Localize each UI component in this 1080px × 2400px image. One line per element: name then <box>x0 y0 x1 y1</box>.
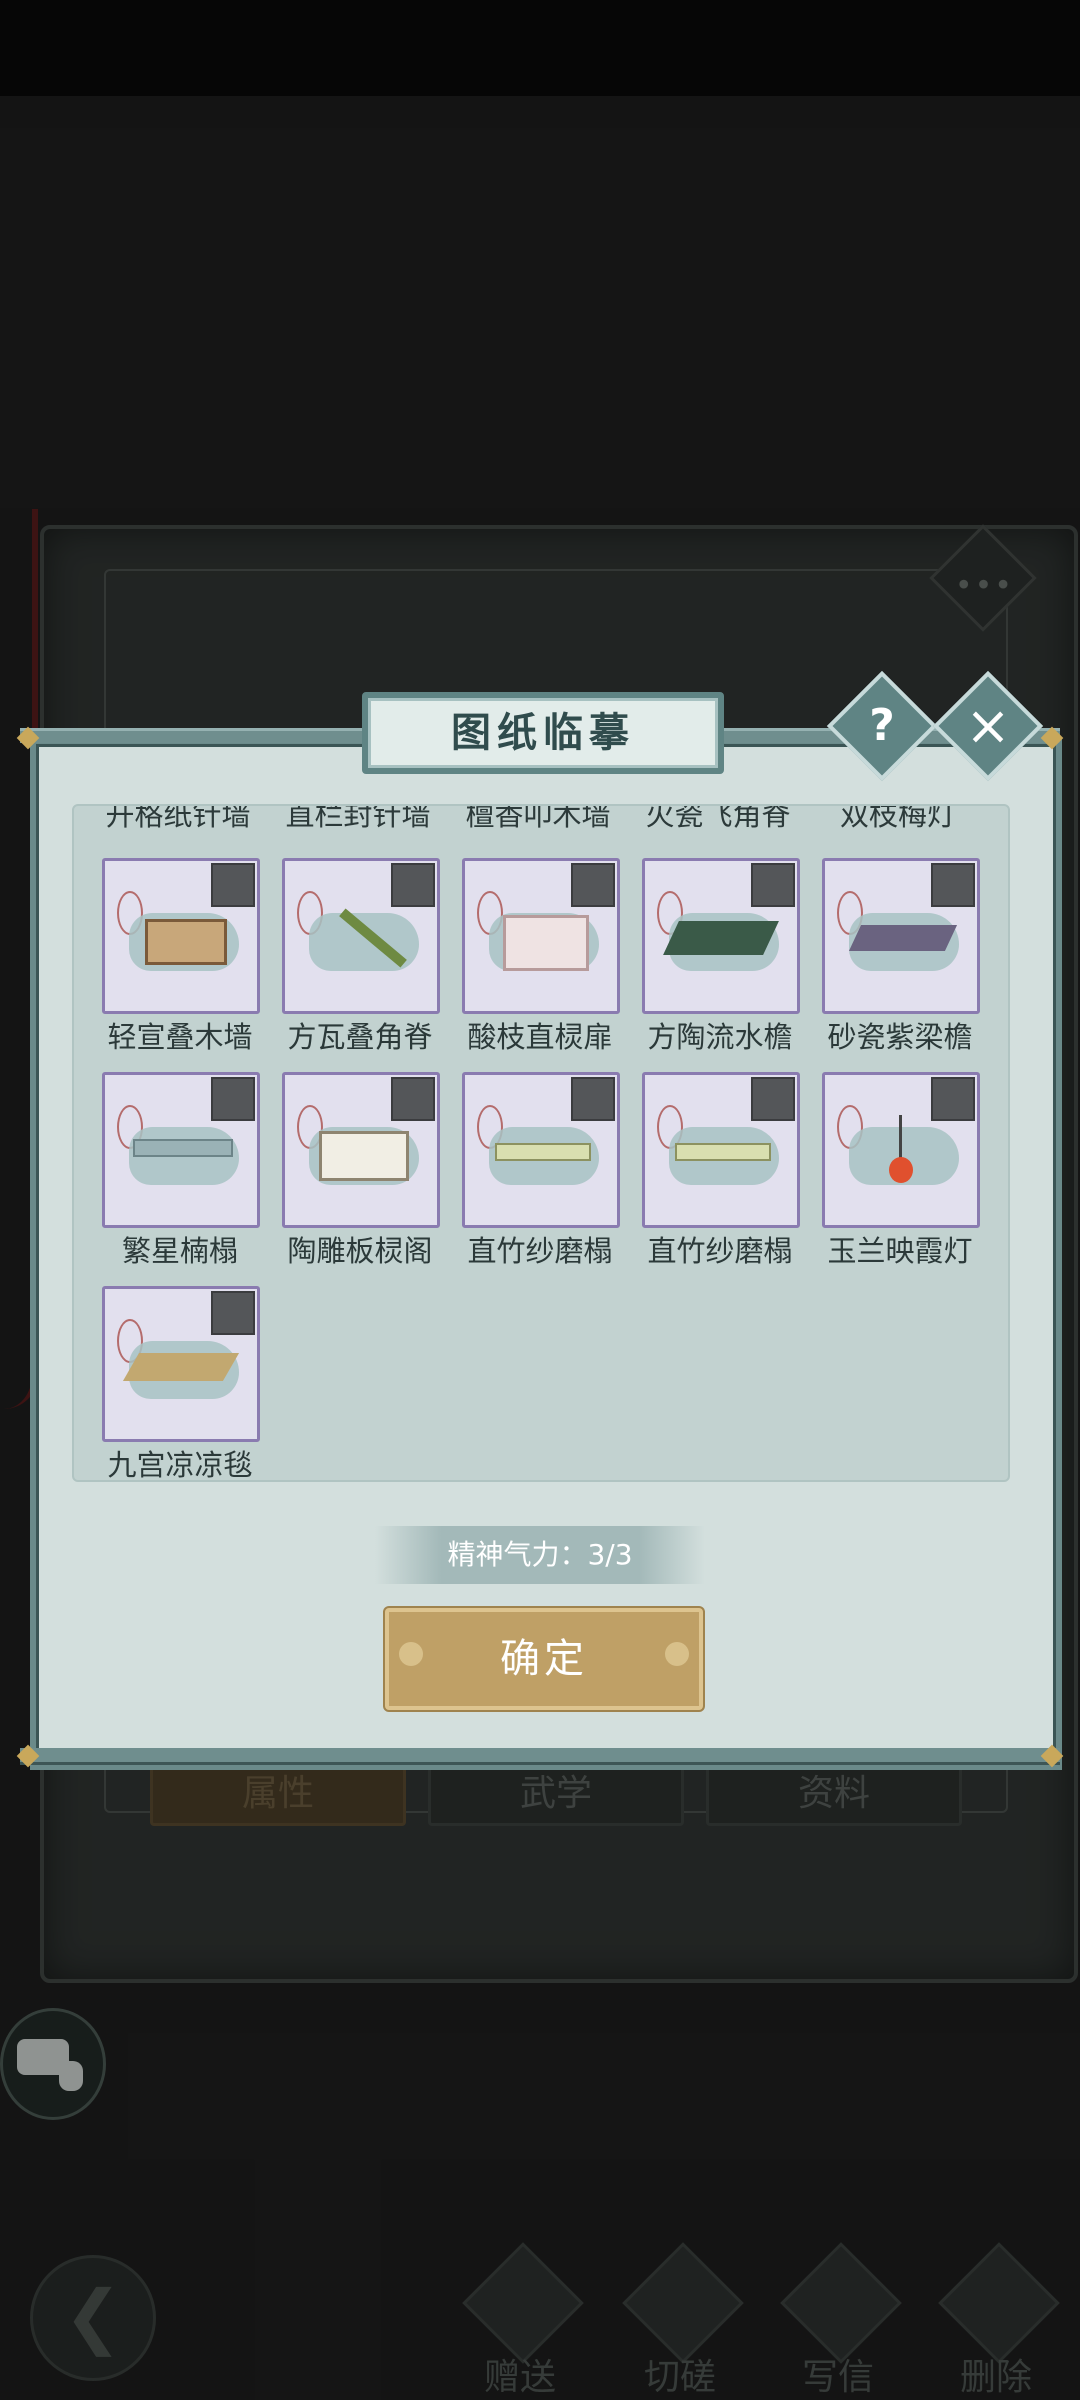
lattice-door-icon <box>503 915 589 971</box>
daybed-icon <box>133 1139 233 1157</box>
blueprint-item[interactable]: 酸枝直棂扉 <box>462 858 620 1054</box>
blueprint-item[interactable]: 繁星楠榻 <box>102 1072 260 1268</box>
blueprint-card <box>282 1072 440 1228</box>
clipped-row: 开格纸针墙 直栏封针墙 檀香叩木墙 火瓷飞角脊 双枝梅灯 <box>74 806 1008 846</box>
item-label: 直竹纱磨榻 <box>647 1234 793 1268</box>
blueprint-card <box>462 858 620 1014</box>
checkbox-slot <box>211 1077 255 1121</box>
checkbox-slot <box>931 1077 975 1121</box>
lantern-icon <box>889 1157 913 1183</box>
blueprint-card <box>642 858 800 1014</box>
item-label: 轻宣叠木墙 <box>107 1020 253 1054</box>
blueprint-item[interactable]: 九宫凉凉毯 <box>102 1286 260 1480</box>
blueprint-grid[interactable]: 开格纸针墙 直栏封针墙 檀香叩木墙 火瓷飞角脊 双枝梅灯 轻宣叠木墙 方瓦叠角脊 <box>72 804 1010 1482</box>
checkbox-slot <box>211 863 255 907</box>
checkbox-slot <box>571 1077 615 1121</box>
item-label: 玉兰映霞灯 <box>827 1234 973 1268</box>
blueprint-card <box>822 1072 980 1228</box>
confirm-label: 确定 <box>500 1636 588 1682</box>
item-label: 开格纸针墙 <box>105 804 251 832</box>
blueprint-card <box>102 1286 260 1442</box>
item-label: 陶雕板棂阁 <box>287 1234 433 1268</box>
blueprint-item[interactable]: 直竹纱磨榻 <box>462 1072 620 1268</box>
flower-ornament-icon <box>399 1642 423 1666</box>
blueprint-item[interactable]: 陶雕板棂阁 <box>282 1072 440 1268</box>
purple-eave-icon <box>848 925 958 951</box>
item-label: 火瓷飞角脊 <box>645 804 791 832</box>
question-icon: ? <box>869 700 895 751</box>
item-label: 繁星楠榻 <box>121 1234 238 1268</box>
item-label: 方瓦叠角脊 <box>287 1020 433 1054</box>
blueprint-card <box>102 1072 260 1228</box>
item-label: 砂瓷紫梁檐 <box>827 1020 973 1054</box>
item-label: 双枝梅灯 <box>839 804 956 832</box>
stamina-indicator: 精神气力：3/3 <box>375 1526 705 1584</box>
item-label: 檀香叩木墙 <box>465 804 611 832</box>
checkbox-slot <box>571 863 615 907</box>
blueprint-card <box>282 858 440 1014</box>
checkbox-slot <box>751 1077 795 1121</box>
blueprint-item[interactable]: 轻宣叠木墙 <box>102 858 260 1054</box>
confirm-button[interactable]: 确定 <box>385 1608 703 1710</box>
flower-ornament-icon <box>665 1642 689 1666</box>
eave-tiles-icon <box>663 921 779 955</box>
mat-icon <box>122 1353 240 1381</box>
bamboo-bed-icon <box>675 1143 771 1161</box>
blueprint-item[interactable]: 方瓦叠角脊 <box>282 858 440 1054</box>
checkbox-slot <box>751 863 795 907</box>
item-label: 方陶流水檐 <box>647 1020 793 1054</box>
bamboo-bed-icon <box>495 1143 591 1161</box>
item-label: 酸枝直棂扉 <box>467 1020 613 1054</box>
blueprint-card <box>642 1072 800 1228</box>
item-label: 直栏封针墙 <box>285 804 431 832</box>
blueprint-card <box>822 858 980 1014</box>
dialog-bottom-rail <box>20 1748 1060 1765</box>
item-label: 直竹纱磨榻 <box>467 1234 613 1268</box>
item-label: 九宫凉凉毯 <box>107 1448 253 1482</box>
blueprint-item[interactable]: 方陶流水檐 <box>642 858 800 1054</box>
checkbox-slot <box>931 863 975 907</box>
checkbox-slot <box>391 1077 435 1121</box>
blueprint-item[interactable]: 玉兰映霞灯 <box>822 1072 980 1268</box>
close-icon: × <box>965 694 1011 757</box>
dialog-title: 图纸临摹 <box>362 692 724 774</box>
blueprint-item[interactable]: 直竹纱磨榻 <box>642 1072 800 1268</box>
blueprint-card <box>102 858 260 1014</box>
blueprint-card <box>462 1072 620 1228</box>
blueprint-item[interactable]: 砂瓷紫梁檐 <box>822 858 980 1054</box>
checkbox-slot <box>391 863 435 907</box>
wood-wall-icon <box>145 919 227 965</box>
pavilion-icon <box>319 1131 409 1181</box>
checkbox-slot <box>211 1291 255 1335</box>
lamp-pole-icon <box>899 1115 902 1159</box>
